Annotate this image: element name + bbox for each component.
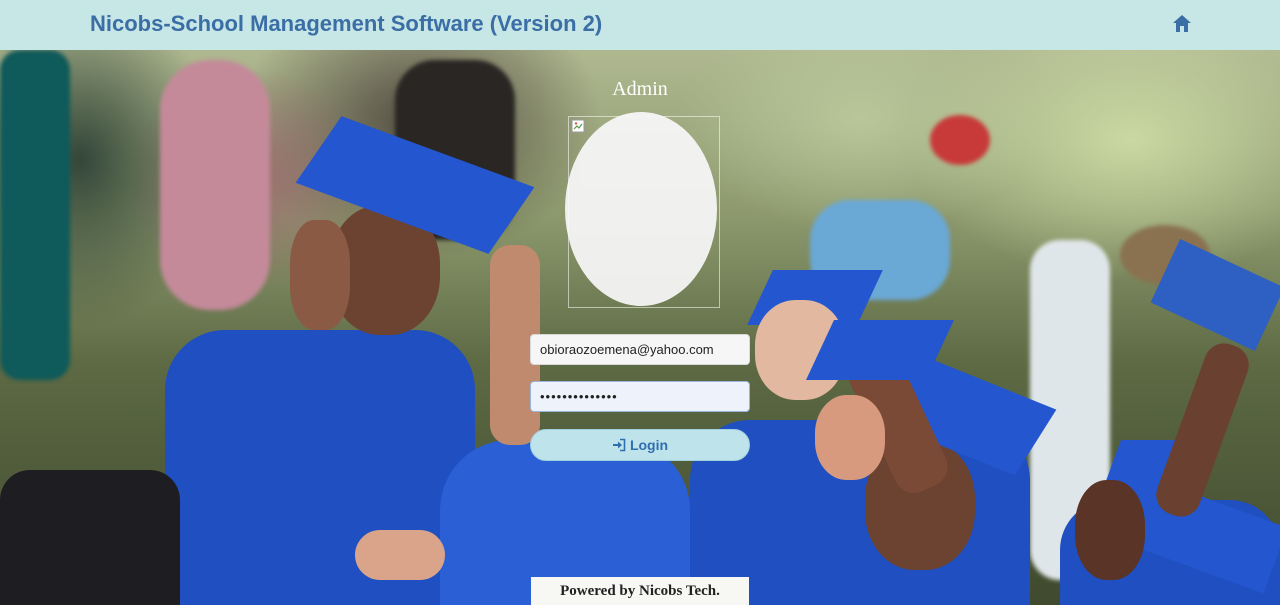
top-navbar: Nicobs-School Management Software (Versi… — [0, 0, 1280, 50]
crowd-figure — [930, 115, 990, 165]
graduate-face — [1075, 480, 1145, 580]
graduate-hand — [355, 530, 445, 580]
login-button-label: Login — [629, 437, 669, 453]
graduate-face — [815, 395, 885, 480]
broken-image-icon — [571, 119, 585, 133]
graduate-face — [290, 220, 350, 330]
login-button[interactable]: Login — [530, 429, 750, 461]
password-field[interactable] — [530, 381, 750, 412]
crowd-figure — [0, 50, 70, 380]
login-page: Nicobs-School Management Software (Versi… — [0, 0, 1280, 605]
avatar — [565, 112, 717, 306]
graduate-arm — [1150, 337, 1255, 523]
home-icon-graphic — [1173, 15, 1191, 32]
email-field[interactable] — [530, 334, 750, 365]
graduate-gown — [0, 470, 180, 605]
sign-in-icon — [612, 438, 626, 452]
crowd-figure — [160, 60, 270, 310]
footer-credit: Powered by Nicobs Tech. — [531, 577, 749, 605]
login-heading: Admin — [612, 78, 668, 100]
home-icon[interactable] — [1170, 12, 1194, 36]
app-title: Nicobs-School Management Software (Versi… — [90, 11, 603, 36]
